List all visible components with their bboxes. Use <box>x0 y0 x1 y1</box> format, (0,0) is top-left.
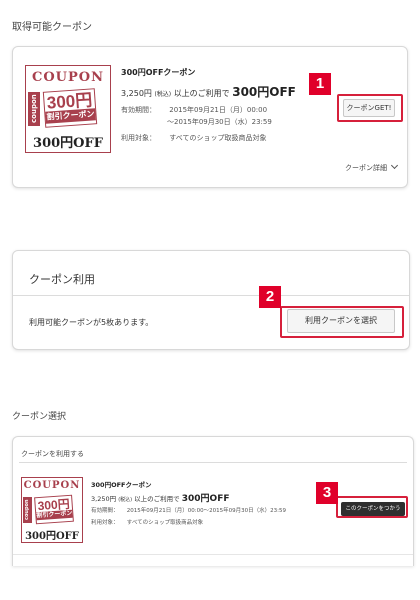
coupon-image-head: COUPON <box>23 480 81 491</box>
target-value: すべてのショップ取扱商品対象 <box>169 134 267 142</box>
condition-amount: 3,250円 <box>121 89 152 98</box>
target-row: 利用対象： すべてのショップ取扱商品対象 <box>91 518 203 526</box>
target-label: 利用対象： <box>121 134 156 142</box>
step3-highlight <box>336 496 408 518</box>
coupon-image: COUPON coupon 300円 割引クーポン 300円OFF <box>25 65 111 153</box>
coupon-use-heading: クーポン利用 <box>29 273 95 286</box>
condition-mid: 以上のご利用で <box>173 89 230 98</box>
condition-tax: (税込) <box>118 497 133 503</box>
period-row: 有効期間： 2015年09月21日（月）00:00 <box>121 105 267 115</box>
coupon-details-label: クーポン詳細 <box>345 164 387 172</box>
available-coupons-heading: 取得可能クーポン <box>12 22 92 33</box>
available-count-text: 利用可能クーポンが5枚あります。 <box>29 318 154 327</box>
period-label: 有効期間： <box>91 508 119 514</box>
step1-highlight <box>337 94 403 122</box>
coupon-select-bottom-divider <box>13 554 413 555</box>
coupon-select-subtitle: クーポンを利用する <box>21 450 84 458</box>
period-row: 有効期間： 2015年09月21日（月）00:00〜2015年09月30日（水）… <box>91 506 286 514</box>
coupon-image-foot: 300円OFF <box>25 531 79 542</box>
coupon-image-amount: 300円 <box>46 90 93 113</box>
condition-mid: 以上のご利用で <box>134 495 180 503</box>
coupon-condition: 3,250円 (税込) 以上のご利用で 300円OFF <box>121 83 296 100</box>
condition-amount: 3,250円 <box>91 495 117 503</box>
coupon-use-divider <box>13 295 409 296</box>
condition-discount: 300円OFF <box>232 85 296 99</box>
coupon-details-link[interactable]: クーポン詳細 <box>345 161 399 173</box>
target-label: 利用対象： <box>91 520 119 526</box>
period-value: 2015年09月21日（月）00:00〜2015年09月30日（水）23:59 <box>126 508 286 514</box>
coupon-image-badge: 300円 割引クーポン <box>34 494 74 525</box>
coupon-condition: 3,250円 (税込) 以上のご利用で 300円OFF <box>91 491 229 504</box>
coupon-image-small: COUPON coupon 300円 割引クーポン 300円OFF <box>21 477 83 543</box>
step1-badge: 1 <box>309 73 331 95</box>
coupon-image-badge: 300円 割引クーポン <box>42 88 98 128</box>
period-start: 2015年09月21日（月）00:00 <box>169 106 268 114</box>
step2-badge: 2 <box>259 286 281 308</box>
coupon-image-label: 割引クーポン <box>36 509 73 521</box>
coupon-select-heading: クーポン選択 <box>12 412 67 422</box>
period-end: 〜2015年09月30日（水）23:59 <box>167 118 272 126</box>
condition-tax: (税込) <box>154 91 172 98</box>
coupon-image-side-tab: coupon <box>28 92 40 126</box>
coupon-name: 300円OFFクーポン <box>121 68 196 77</box>
condition-discount: 300円OFF <box>181 494 230 504</box>
period-label: 有効期間： <box>121 106 156 114</box>
coupon-image-side-tab: coupon <box>23 497 32 523</box>
chevron-down-icon <box>391 161 399 170</box>
step2-highlight <box>280 306 404 338</box>
step3-badge: 3 <box>316 482 338 504</box>
target-value: すべてのショップ取扱商品対象 <box>126 520 204 526</box>
coupon-name: 300円OFFクーポン <box>91 481 152 489</box>
coupon-select-divider <box>19 462 407 463</box>
coupon-image-head: COUPON <box>32 70 104 85</box>
target-row: 利用対象： すべてのショップ取扱商品対象 <box>121 133 266 143</box>
coupon-image-foot: 300円OFF <box>33 136 103 151</box>
